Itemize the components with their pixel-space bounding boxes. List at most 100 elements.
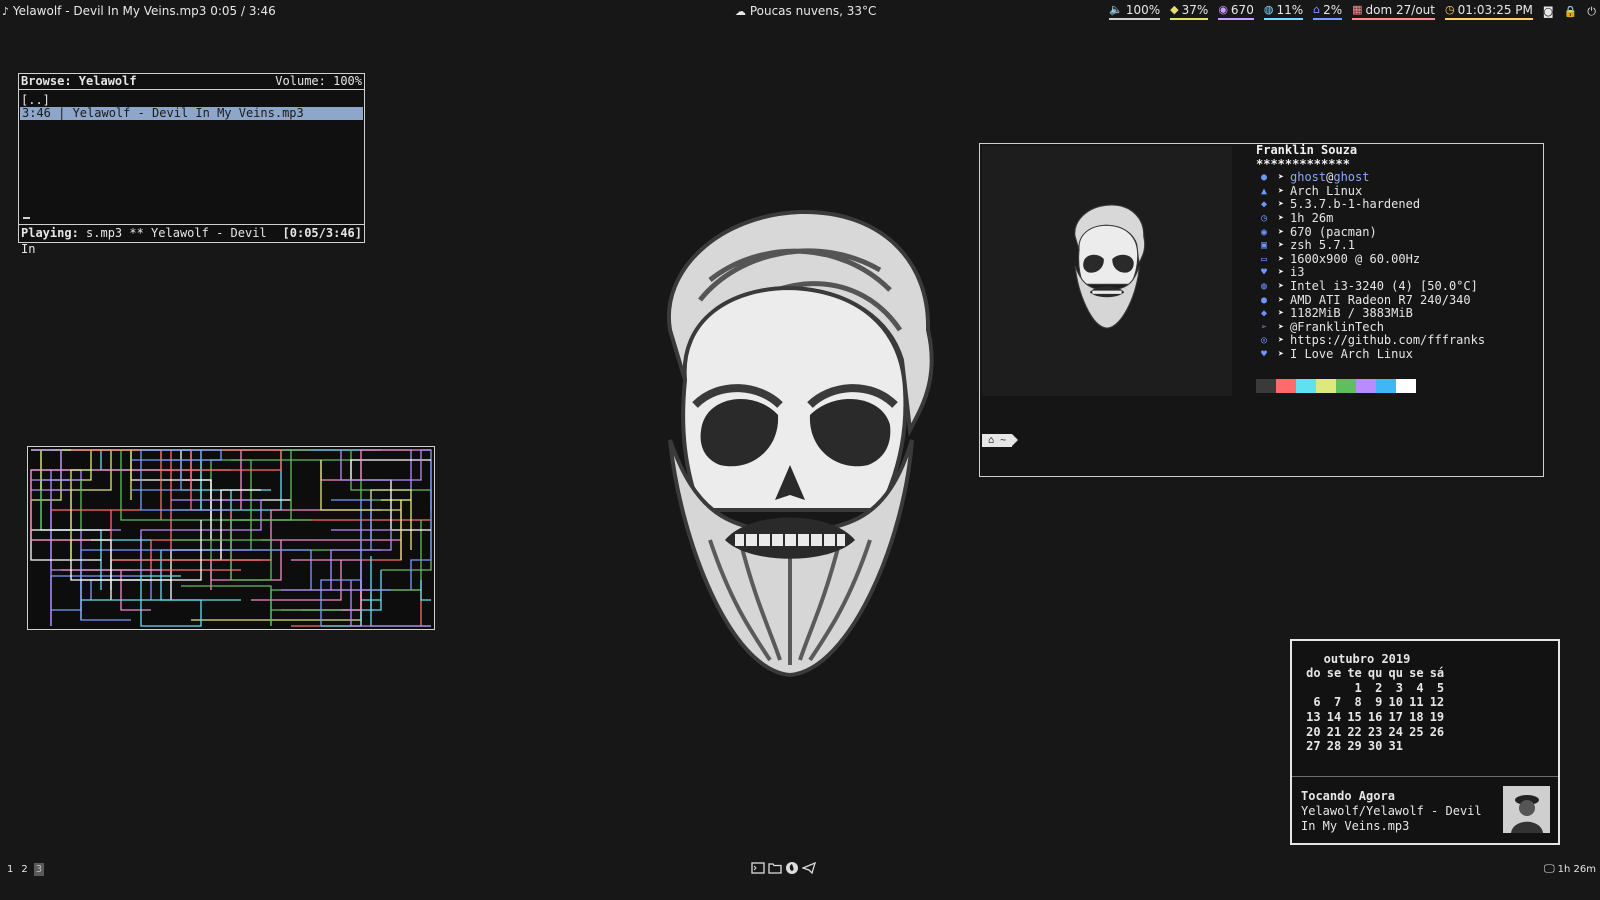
calendar-day: 18 — [1409, 710, 1424, 725]
info-line: ◆ ➤ 1182MiB / 3883MiB — [1256, 307, 1485, 321]
color-swatch — [1396, 379, 1416, 393]
calendar-week: 20 21 22 23 24 25 26 — [1300, 724, 1444, 739]
calendar-day: 30 — [1367, 739, 1383, 754]
calendar-day: 23 — [1367, 724, 1383, 739]
module-date[interactable]: ▦ dom 27/out — [1352, 3, 1435, 20]
weekday-label: se — [1409, 666, 1424, 681]
skull-image — [1074, 204, 1146, 329]
calendar-day: 5 — [1436, 680, 1445, 695]
music-player-window[interactable]: Browse: Yelawolf Volume: 100% [..] 3:46 … — [18, 73, 365, 256]
module-clock[interactable]: ◷ 01:03:25 PM — [1444, 3, 1533, 20]
module-cpu[interactable]: ◍ 11% — [1263, 3, 1304, 20]
terminal-icon[interactable] — [751, 861, 765, 875]
calendar-day — [1424, 739, 1445, 754]
weekday-label: sá — [1429, 666, 1445, 681]
album-cover-art — [1503, 786, 1550, 833]
color-palette — [1256, 379, 1416, 393]
arrow-icon: ➤ — [1277, 199, 1285, 211]
workspace-2[interactable]: 2 — [19, 863, 29, 876]
weekday-label: qu — [1367, 666, 1383, 681]
module-value: 2% — [1323, 3, 1343, 17]
pipe-line — [340, 449, 431, 481]
calendar-day: 16 — [1367, 710, 1383, 725]
username-underline: ************* — [1256, 156, 1350, 171]
info-value: @FranklinTech — [1290, 319, 1384, 334]
module-battery[interactable]: ◆ 37% — [1170, 3, 1209, 20]
info-value: I Love Arch Linux — [1290, 346, 1413, 361]
weekday-row: do se te qu qu se sá — [1300, 666, 1444, 681]
pipe-line — [421, 449, 432, 510]
info-value: 670 (pacman) — [1290, 224, 1377, 239]
lock-icon[interactable]: 🔒 — [1564, 5, 1578, 18]
power-icon[interactable]: ⏻ — [1587, 5, 1596, 18]
arrow-icon: ➤ — [1277, 321, 1285, 333]
calendar-widget: outubro 2019 do se te qu qu se sá 1 2 3 4 5 6 7 8 9 10 1… — [1290, 639, 1560, 845]
info-value: 1h 26m — [1290, 210, 1334, 225]
module-value: 11% — [1276, 3, 1304, 17]
info-value: 1600x900 @ 60.00Hz — [1290, 251, 1421, 266]
calendar-day: 22 — [1347, 724, 1362, 739]
calendar-week: 12345 — [1300, 680, 1445, 696]
info-line-user: ● ➤ ghost @ ghost — [1256, 171, 1485, 185]
arrow-icon: ➤ — [1277, 185, 1285, 197]
telegram-icon[interactable] — [801, 861, 817, 875]
clock-icon: ◷ — [1444, 3, 1455, 16]
workspace-1[interactable]: 1 — [5, 863, 15, 876]
calendar-day: 29 — [1347, 739, 1362, 754]
pipe-line — [81, 575, 202, 627]
pipe-line — [320, 449, 431, 481]
module-value: 37% — [1181, 3, 1209, 17]
info-line: ◍ ➤ Intel i3-3240 (4) [50.0°C] — [1256, 279, 1485, 294]
divider — [1292, 776, 1558, 777]
prompt-path: ~ — [1000, 435, 1007, 446]
tag-icon: ◆ — [1170, 3, 1179, 16]
arrow-icon: ➤ — [1277, 212, 1285, 224]
pipe-line — [160, 489, 271, 601]
info-line: ● ➤ AMD ATI Radeon R7 240/340 — [1256, 292, 1485, 308]
module-packages[interactable]: ◉ 670 — [1218, 3, 1254, 20]
kernel-icon: ◆ — [1260, 199, 1268, 211]
arrow-icon: ➤ — [1277, 280, 1285, 292]
color-swatch — [1356, 379, 1376, 393]
now-playing-track: Yelawolf/Yelawolf - Devil In My Veins.mp… — [1301, 804, 1482, 833]
calendar-day: 24 — [1388, 724, 1403, 739]
calendar-day: 8 — [1354, 695, 1362, 710]
calendar-day: 1 — [1354, 680, 1362, 695]
module-disk[interactable]: ⌂ 2% — [1313, 3, 1343, 20]
album-cover — [1503, 786, 1550, 833]
folder-icon[interactable] — [768, 861, 782, 875]
module-volume[interactable]: 🔈 100% — [1109, 3, 1161, 20]
weather[interactable]: ☁ Poucas nuvens, 33°C — [735, 4, 876, 18]
calendar-days: 1 2 3 4 5 6 7 8 9 10 11 12 13 14 15 16 17 18 19 20 21 22 23 24 2… — [1300, 681, 1444, 754]
now-playing[interactable]: ♪ Yelawolf - Devil In My Veins.mp3 0:05 … — [2, 4, 276, 18]
pipe-line — [40, 479, 151, 590]
calendar-day: 4 — [1416, 680, 1424, 695]
github-icon: ◎ — [1260, 335, 1268, 347]
info-value: 1182MiB / 3883MiB — [1290, 306, 1413, 321]
shell-prompt[interactable]: ⌂ ~ — [982, 434, 1019, 447]
workspace-3[interactable]: 3 — [33, 863, 45, 876]
status-label: Playing: — [21, 226, 79, 240]
firefox-icon[interactable] — [785, 861, 799, 875]
ascii-art-panel — [982, 146, 1232, 396]
pipe-line — [31, 449, 81, 481]
wm-icon: ♥ — [1260, 267, 1268, 279]
calendar-day: 12 — [1429, 695, 1445, 710]
progress-bar[interactable] — [23, 217, 30, 219]
pipes-terminal[interactable] — [27, 446, 435, 630]
camera-icon[interactable]: ◙ — [1543, 5, 1554, 18]
info-line: ➢ ➤ @FranklinTech — [1256, 319, 1485, 335]
weekday-label: do — [1306, 666, 1321, 681]
packages-icon: ◉ — [1260, 226, 1268, 238]
calendar-day: 2 — [1375, 680, 1383, 695]
uptime-text: 1h 26m — [1557, 863, 1596, 875]
home-icon: ⌂ — [988, 435, 995, 446]
arrow-icon: ➤ — [1277, 267, 1285, 279]
module-value: 01:03:25 PM — [1457, 3, 1533, 17]
neofetch-terminal[interactable]: Franklin Souza ************* ● ➤ ghost @ g… — [979, 143, 1544, 477]
info-value: AMD ATI Radeon R7 240/340 — [1290, 292, 1471, 307]
calendar-day: 9 — [1375, 695, 1383, 710]
pipe-line — [231, 459, 381, 551]
track-row[interactable]: 3:46 | Yelawolf - Devil In My Veins.mp3 — [20, 107, 363, 120]
bottom-bar: 123 🖵 1h 26m — [0, 860, 1600, 882]
